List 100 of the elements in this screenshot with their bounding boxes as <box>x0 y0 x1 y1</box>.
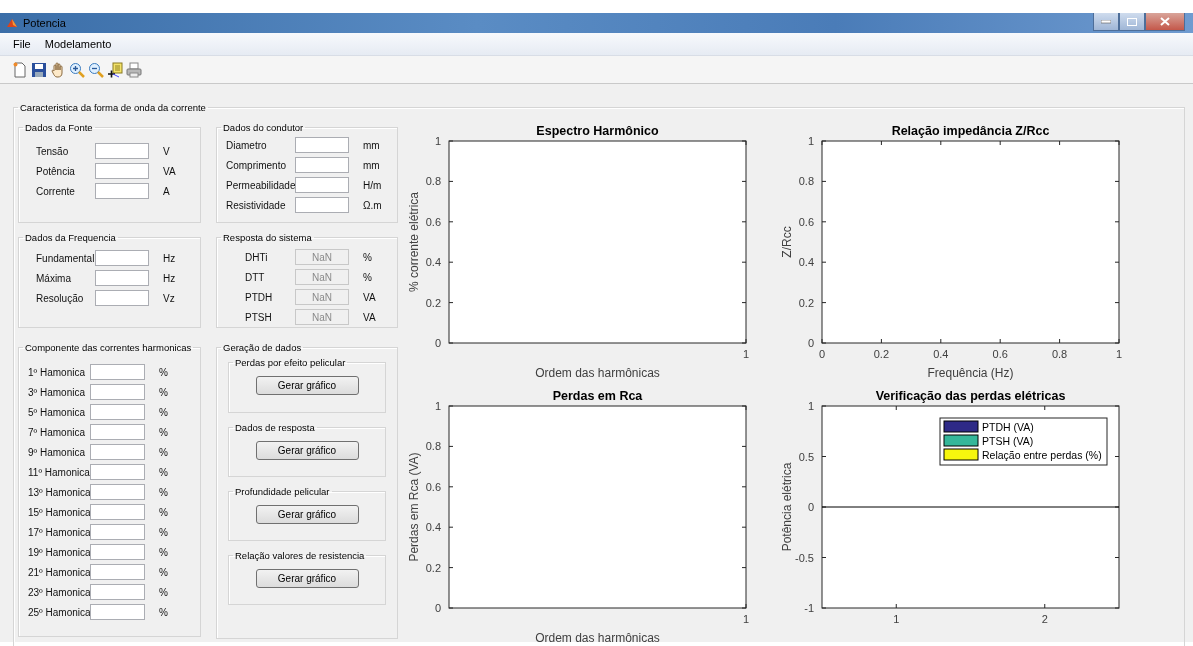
input-field[interactable] <box>295 157 349 173</box>
tick-label: 0.4 <box>933 348 949 360</box>
unit-label: % <box>158 606 169 618</box>
group-title: Dados de resposta <box>235 422 315 433</box>
tick-label: -0.5 <box>795 551 814 564</box>
unit-label: Vz <box>162 292 176 304</box>
unit-label: % <box>362 271 373 283</box>
field-label: 5º Hamonica <box>28 406 86 418</box>
field-label: Tensão <box>36 145 70 157</box>
input-field[interactable] <box>95 143 149 159</box>
group-title: Profundidade pelicular <box>235 486 330 497</box>
input-field[interactable] <box>90 544 145 560</box>
unit-label: % <box>158 526 169 538</box>
field-label: 21º Hamonica <box>28 566 90 578</box>
legend-label: PTDH (VA) <box>982 420 1034 433</box>
unit-label: A <box>162 185 171 197</box>
tick-label: 0 <box>434 337 441 349</box>
input-field[interactable] <box>95 270 149 286</box>
tick-label: 1 <box>807 400 814 412</box>
data-cursor-icon[interactable] <box>107 61 123 78</box>
chart-title: Relação impedância Z/Rcc <box>891 124 1050 138</box>
input-field[interactable] <box>90 484 145 500</box>
app-logo-icon <box>6 17 18 29</box>
field-label: 9º Hamonica <box>28 446 86 458</box>
legend-label: Relação entre perdas (%) <box>982 448 1102 461</box>
input-field[interactable] <box>90 424 145 440</box>
zoom-in-icon[interactable] <box>69 61 85 78</box>
tick-label: 0 <box>818 348 826 360</box>
input-field[interactable] <box>90 464 145 480</box>
input-field[interactable] <box>90 444 145 460</box>
group-title: Caracteristica da forma de onda da corrente <box>20 102 206 113</box>
unit-label: Ω.m <box>362 199 383 211</box>
input-field[interactable] <box>90 504 145 520</box>
input-field[interactable] <box>90 404 145 420</box>
unit-label: % <box>158 386 169 398</box>
tick-label: 1 <box>1115 348 1123 360</box>
tick-label: 1 <box>893 613 900 625</box>
field-label: 3º Hamonica <box>28 386 86 398</box>
group-title: Dados do condutor <box>223 122 304 133</box>
tick-label: 1 <box>434 400 441 412</box>
chart-title: Verificação das perdas elétricas <box>875 389 1066 403</box>
input-field[interactable] <box>295 177 349 193</box>
field-label: DTT <box>245 271 266 283</box>
unit-label: V <box>162 145 171 157</box>
input-field[interactable] <box>95 183 149 199</box>
field-label: 7º Hamonica <box>28 426 86 438</box>
unit-label: % <box>158 586 169 598</box>
tick-label: 1 <box>742 348 750 360</box>
generate-chart-button[interactable]: Gerar gráfico <box>255 376 359 395</box>
tick-label: 0.2 <box>425 561 441 574</box>
input-field[interactable] <box>90 564 145 580</box>
group-title: Componente das correntes harmonicas <box>25 342 192 353</box>
save-icon[interactable] <box>31 61 47 78</box>
unit-label: mm <box>362 139 381 151</box>
axis-label: Ordem das harmônicas <box>535 631 660 645</box>
generate-chart-button[interactable]: Gerar gráfico <box>255 505 359 524</box>
generate-chart-button[interactable]: Gerar gráfico <box>255 441 359 460</box>
window-title: Potencia <box>23 17 66 29</box>
unit-label: Hz <box>162 252 177 264</box>
field-label: Diametro <box>226 139 268 151</box>
zoom-out-icon[interactable] <box>88 61 104 78</box>
tick-label: 0 <box>807 337 814 349</box>
field-label: Permeabilidade <box>226 179 295 191</box>
input-field[interactable] <box>90 584 145 600</box>
minimize-button[interactable] <box>1093 13 1119 31</box>
chart-title: Espectro Harmônico <box>536 124 659 138</box>
unit-label: H/m <box>362 179 383 191</box>
group-title: Dados da Fonte <box>25 122 93 133</box>
axis-label: Z/Rcc <box>780 226 794 258</box>
close-button[interactable] <box>1145 13 1185 31</box>
input-field[interactable] <box>90 604 145 620</box>
input-field[interactable] <box>95 250 149 266</box>
menu-item[interactable]: File <box>6 38 38 50</box>
tick-label: -1 <box>804 602 814 614</box>
menu-item[interactable]: Modelamento <box>37 38 119 50</box>
generate-chart-button[interactable]: Gerar gráfico <box>255 569 359 588</box>
input-field[interactable] <box>90 524 145 540</box>
tick-label: 0.8 <box>1051 348 1068 360</box>
group-title: Resposta do sistema <box>223 232 312 243</box>
unit-label: % <box>158 406 169 418</box>
input-field[interactable] <box>90 364 145 380</box>
input-field[interactable] <box>90 384 145 400</box>
unit-label: % <box>158 546 169 558</box>
legend-label: PTSH (VA) <box>982 434 1034 447</box>
field-label: 1º Hamonica <box>28 366 86 378</box>
unit-label: % <box>158 466 169 478</box>
axis-label: % corrente elétrica <box>407 192 421 292</box>
tick-label: 0.8 <box>798 175 814 188</box>
input-field[interactable] <box>295 137 349 153</box>
maximize-button[interactable] <box>1119 13 1145 31</box>
tick-label: 0 <box>807 501 814 513</box>
field-label: Resistividade <box>226 199 287 211</box>
field-label: Fundamental <box>36 252 95 264</box>
unit-label: VA <box>362 291 377 303</box>
input-field[interactable] <box>95 290 149 306</box>
input-field[interactable] <box>95 163 149 179</box>
unit-label: % <box>158 366 169 378</box>
group-title: Geração de dados <box>223 342 302 353</box>
tick-label: 0.6 <box>798 215 814 228</box>
input-field[interactable] <box>295 197 349 213</box>
